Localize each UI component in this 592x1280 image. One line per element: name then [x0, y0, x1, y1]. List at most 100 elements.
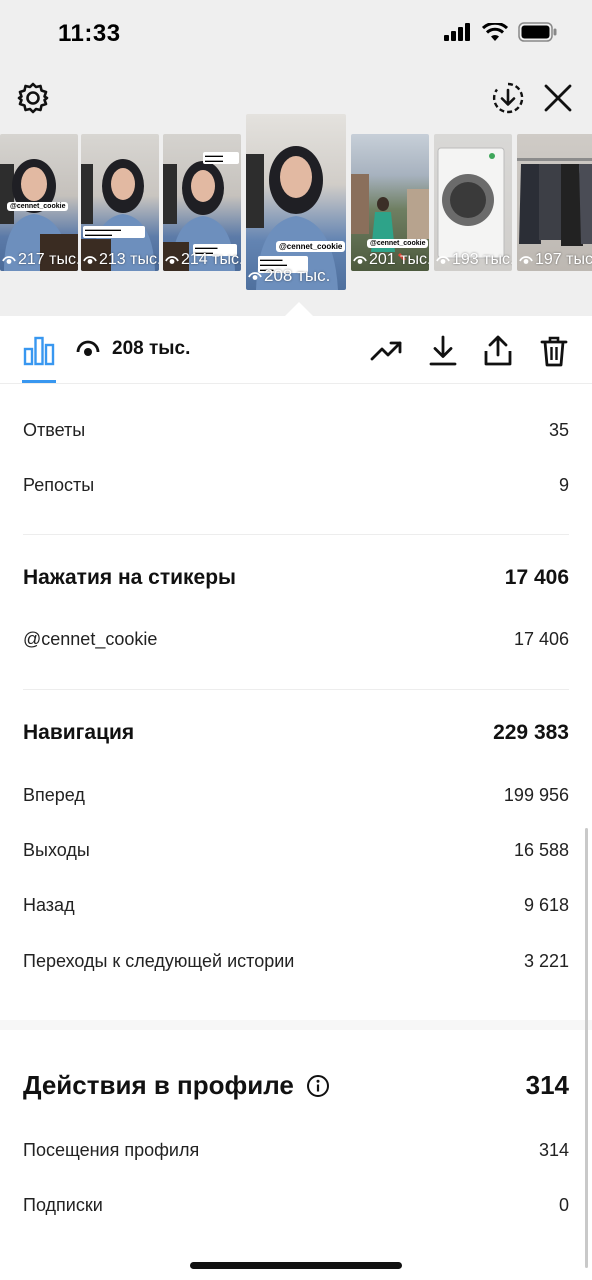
section-divider: [23, 689, 569, 690]
stat-row-follows: Подписки 0: [23, 1195, 569, 1216]
stat-value: 199 956: [503, 785, 569, 805]
stat-label: Подписки: [23, 1195, 103, 1215]
section-profile-actions-header: Действия в профиле 314: [23, 1070, 569, 1101]
story-caption: ▬▬▬▬ ▬▬▬▬: [203, 152, 239, 164]
trash-icon: [540, 336, 568, 367]
insights-content: Ответы 35 Репосты 9 Нажатия на стикеры 1…: [0, 384, 592, 1280]
stat-row-sticker[interactable]: @cennet_cookie 17 406: [23, 629, 569, 650]
section-title: Нажатия на стикеры: [23, 566, 236, 589]
story-views-count: 208 тыс.: [264, 266, 331, 285]
story-thumbnail[interactable]: 193 тыс.: [434, 134, 512, 271]
section-total: 314: [525, 1070, 569, 1100]
story-views: 201 тыс.: [353, 251, 429, 269]
story-views-count: 217 тыс.: [18, 251, 78, 268]
section-title: Действия в профиле: [23, 1070, 294, 1100]
story-views-count: 213 тыс.: [99, 251, 159, 268]
info-icon[interactable]: [306, 1074, 330, 1098]
gear-icon: [17, 82, 49, 114]
signal-icon: [444, 23, 470, 41]
stat-value: 17 406: [513, 629, 569, 649]
stat-label: Назад: [23, 895, 75, 915]
stat-row-reposts: Репосты 9: [23, 475, 569, 496]
stat-row-exits: Выходы 16 588: [23, 840, 569, 861]
story-views: 193 тыс.: [436, 251, 512, 269]
stat-row-next-story: Переходы к следующей истории 3 221: [23, 951, 569, 972]
eye-icon: [83, 256, 97, 264]
eye-icon: [165, 256, 179, 264]
story-views: 214 тыс.: [165, 251, 241, 269]
story-thumbnail-strip[interactable]: @cennet_cookie 217 тыс. ▬▬▬▬▬▬▬▬ ▬▬▬▬▬▬ 2…: [0, 114, 592, 290]
mention-sticker: @cennet_cookie: [367, 239, 429, 248]
stat-label: @cennet_cookie: [23, 629, 158, 649]
selection-pointer: [285, 302, 313, 316]
bar-chart-icon: [23, 336, 55, 366]
scrollbar[interactable]: [585, 828, 588, 1268]
tab-underline: [22, 380, 56, 383]
stat-label: Ответы: [23, 420, 86, 440]
section-divider: [23, 534, 569, 535]
eye-icon: [353, 256, 367, 264]
stat-value: 0: [558, 1195, 569, 1215]
story-thumbnail[interactable]: @cennet_cookie 201 тыс.: [351, 134, 429, 271]
stat-label: Вперед: [23, 785, 85, 805]
tab-insights[interactable]: [21, 333, 57, 369]
insights-toolbar: 208 тыс.: [0, 316, 592, 384]
mention-sticker: @cennet_cookie: [276, 241, 346, 252]
story-thumbnail[interactable]: @cennet_cookie 217 тыс.: [0, 134, 78, 271]
eye-icon: [248, 272, 262, 280]
eye-icon: [436, 256, 450, 264]
section-title: Навигация: [23, 721, 135, 744]
section-navigation-header: Навигация 229 383: [23, 721, 569, 745]
eye-icon: [76, 340, 100, 356]
story-views-count: 193 тыс.: [452, 251, 512, 268]
story-thumbnail[interactable]: ▬▬▬▬ ▬▬▬▬ ▬▬▬▬▬ ▬▬▬▬ 214 тыс.: [163, 134, 241, 271]
download-button[interactable]: [425, 333, 461, 369]
stat-row-replies: Ответы 35: [23, 420, 569, 441]
stat-value: 3 221: [523, 951, 569, 971]
story-views-count: 201 тыс.: [369, 251, 429, 268]
views-summary[interactable]: 208 тыс.: [76, 338, 190, 360]
close-icon: [544, 84, 572, 112]
home-indicator[interactable]: [190, 1262, 402, 1269]
stat-label: Выходы: [23, 840, 90, 860]
story-views-count: 197 тыс.: [535, 251, 592, 268]
story-thumbnail[interactable]: ▬▬▬▬▬▬▬▬ ▬▬▬▬▬▬ 213 тыс.: [81, 134, 159, 271]
download-circle-icon: [492, 82, 524, 114]
stat-row-back: Назад 9 618: [23, 895, 569, 916]
stat-value: 9 618: [523, 895, 569, 915]
trending-icon: [370, 341, 402, 361]
status-time: 11:33: [58, 20, 121, 47]
stat-row-forward: Вперед 199 956: [23, 785, 569, 806]
story-views-count: 214 тыс.: [181, 251, 241, 268]
section-total: 229 383: [493, 721, 569, 744]
story-thumbnail-selected[interactable]: @cennet_cookie ▬▬▬▬▬ ▬▬▬▬▬▬ ▬▬▬ 208 тыс.: [246, 114, 346, 290]
stat-value: 35: [548, 420, 569, 440]
stat-value: 16 588: [513, 840, 569, 860]
section-title-group: Действия в профиле: [23, 1070, 330, 1101]
story-header-area: 11:33 @cennet_cookie 217 тыс. ▬▬▬▬▬▬▬▬ ▬…: [0, 0, 592, 316]
story-views: 208 тыс.: [248, 266, 330, 286]
promote-button[interactable]: [369, 333, 405, 369]
stat-value: 314: [538, 1140, 569, 1160]
story-views: 217 тыс.: [2, 251, 78, 269]
eye-icon: [519, 256, 533, 264]
stat-row-profile-visits: Посещения профиля 314: [23, 1140, 569, 1161]
delete-button[interactable]: [536, 333, 572, 369]
section-gap: [0, 1020, 592, 1030]
story-caption: ▬▬▬▬▬▬▬▬▬▬▬▬▬▬: [83, 226, 145, 238]
stat-label: Переходы к следующей истории: [23, 951, 295, 971]
eye-icon: [2, 256, 16, 264]
section-sticker-taps-header: Нажатия на стикеры 17 406: [23, 566, 569, 590]
section-total: 17 406: [504, 566, 569, 589]
stat-label: Репосты: [23, 475, 95, 495]
share-icon: [484, 335, 512, 366]
download-icon: [429, 335, 457, 366]
story-thumbnail[interactable]: 197 тыс.: [517, 134, 592, 271]
battery-icon: [518, 22, 557, 42]
story-views: 213 тыс.: [83, 251, 159, 269]
wifi-icon: [482, 22, 508, 41]
share-button[interactable]: [480, 333, 516, 369]
status-bar: 11:33: [0, 0, 592, 70]
views-summary-count: 208 тыс.: [112, 338, 191, 359]
mention-sticker: @cennet_cookie: [7, 202, 69, 211]
